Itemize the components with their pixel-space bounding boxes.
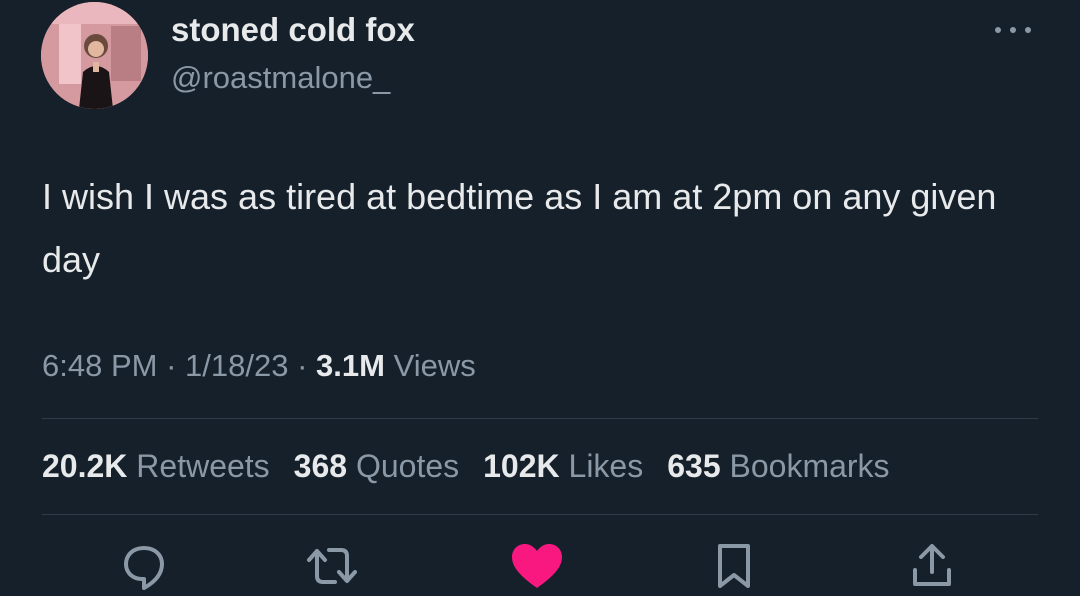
views-count: 3.1M bbox=[316, 348, 385, 383]
bookmarks-count: 635 bbox=[667, 448, 721, 484]
avatar-image bbox=[41, 2, 148, 109]
retweet-icon bbox=[307, 548, 357, 584]
share-button[interactable] bbox=[905, 542, 959, 596]
author-display-name[interactable]: stoned cold fox bbox=[171, 11, 415, 49]
retweets-stat[interactable]: 20.2K Retweets bbox=[42, 448, 270, 485]
meta-separator: · bbox=[297, 348, 308, 383]
likes-stat[interactable]: 102K Likes bbox=[483, 448, 643, 485]
quotes-stat[interactable]: 368 Quotes bbox=[294, 448, 459, 485]
tweet-card: stoned cold fox @roastmalone_ I wish I w… bbox=[0, 0, 1080, 590]
like-button[interactable] bbox=[510, 542, 564, 596]
divider bbox=[42, 418, 1038, 419]
divider bbox=[42, 514, 1038, 515]
tweet-time[interactable]: 6:48 PM bbox=[42, 348, 157, 383]
bookmarks-label: Bookmarks bbox=[729, 448, 890, 484]
share-icon bbox=[913, 544, 951, 586]
more-horizontal-icon bbox=[995, 27, 1031, 33]
bookmark-icon bbox=[718, 544, 750, 588]
retweets-label: Retweets bbox=[136, 448, 270, 484]
reply-icon bbox=[124, 546, 164, 590]
author-handle[interactable]: @roastmalone_ bbox=[171, 60, 390, 96]
more-options-button[interactable] bbox=[988, 12, 1038, 48]
bookmark-button[interactable] bbox=[707, 542, 761, 596]
tweet-text: I wish I was as tired at bedtime as I am… bbox=[42, 176, 997, 280]
tweet-date[interactable]: 1/18/23 bbox=[185, 348, 288, 383]
bookmarks-stat[interactable]: 635 Bookmarks bbox=[667, 448, 889, 485]
likes-label: Likes bbox=[568, 448, 644, 484]
action-bar bbox=[0, 542, 1080, 590]
engagement-stats: 20.2K Retweets 368 Quotes 102K Likes 635… bbox=[42, 448, 890, 485]
quotes-label: Quotes bbox=[355, 448, 460, 484]
retweet-button[interactable] bbox=[305, 542, 359, 596]
tweet-meta: 6:48 PM · 1/18/23 · 3.1M Views bbox=[42, 348, 476, 384]
views-label: Views bbox=[393, 348, 476, 383]
heart-icon bbox=[512, 544, 562, 588]
avatar[interactable] bbox=[41, 2, 148, 109]
quotes-count: 368 bbox=[293, 448, 348, 484]
retweets-count: 20.2K bbox=[42, 448, 128, 484]
likes-count: 102K bbox=[483, 448, 560, 484]
meta-separator: · bbox=[166, 348, 177, 383]
reply-button[interactable] bbox=[117, 542, 171, 596]
